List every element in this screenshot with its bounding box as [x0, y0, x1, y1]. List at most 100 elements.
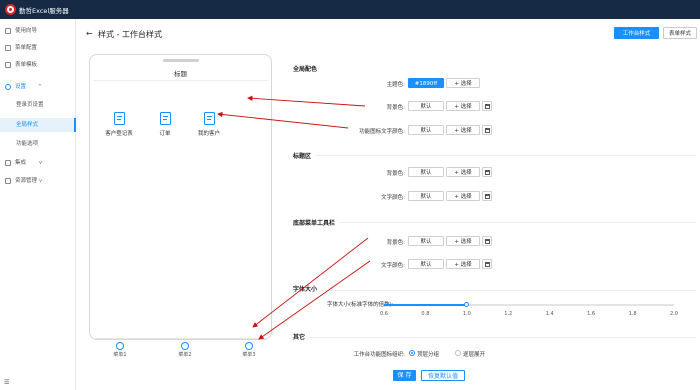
guide-icon	[5, 28, 11, 34]
footer-tab-menu2[interactable]: 菜单2	[170, 342, 200, 358]
radio-expand-layers[interactable]	[455, 350, 461, 356]
sidebar-item-label: 全局样式	[16, 122, 39, 128]
choose-label: 选择	[460, 170, 472, 176]
settings-panel: 全局配色 主题色: #1890ff + 选择 背景色: 默认 + 选择 功能图标…	[287, 19, 700, 390]
trash-icon	[485, 239, 490, 244]
clear-bottom-bg-color-button[interactable]	[482, 236, 492, 246]
main-panel: ← 样式 - 工作台样式 工作台样式 表单样式 标题 客户登记表 订单 我的客户…	[76, 19, 700, 390]
choose-title-bg-color-button[interactable]: + 选择	[446, 167, 480, 177]
app-icon-my-customers[interactable]: 我的客户	[187, 112, 231, 137]
field-label: 功能图标文字颜色:	[359, 129, 405, 135]
footer-tab-label: 菜单2	[178, 352, 192, 358]
section-title-bottom-bar: 底部菜单工具栏	[293, 218, 340, 227]
choose-label: 选择	[460, 194, 472, 200]
trash-icon	[485, 104, 490, 109]
slider-tick-label: 1.2	[504, 311, 513, 317]
integration-icon	[5, 160, 11, 166]
collapse-icon[interactable]: ☰	[4, 379, 9, 386]
phone-title: 标题	[93, 67, 268, 81]
slider-tick-label: 2.0	[670, 311, 678, 317]
sidebar: 使用向导 菜单配置 表单模板 设置 ^ 登录页设置 全局样式 功能选项 集成 v…	[0, 19, 76, 390]
back-arrow-icon[interactable]: ←	[86, 29, 93, 38]
trash-icon	[485, 128, 490, 133]
choose-label: 选择	[460, 262, 472, 268]
footer-tab-label: 菜单3	[242, 352, 256, 358]
sidebar-item-login-page[interactable]: 登录页设置	[0, 98, 76, 112]
radio-top-level-group[interactable]	[409, 350, 415, 356]
sidebar-item-global-style[interactable]: 全局样式	[0, 118, 76, 132]
choose-title-text-color-button[interactable]: + 选择	[446, 191, 480, 201]
sidebar-item-settings[interactable]: 设置 ^	[0, 80, 76, 94]
slider-tick-label: 1.0	[462, 311, 471, 317]
app-title: 勤哲Excel服务器	[19, 7, 69, 15]
bottom-text-color-value[interactable]: 默认	[408, 259, 444, 269]
radio-label: 顶层分组	[417, 352, 440, 358]
sidebar-item-integration[interactable]: 集成 v	[0, 156, 76, 170]
sidebar-item-feature-options[interactable]: 功能选项	[0, 137, 76, 151]
slider-handle[interactable]	[464, 302, 470, 307]
clear-bottom-text-color-button[interactable]	[482, 259, 492, 269]
gear-icon	[5, 84, 11, 90]
app-icon-orders[interactable]: 订单	[143, 112, 187, 137]
menu-icon	[5, 45, 11, 51]
restore-default-button[interactable]: 恢复默认值	[421, 370, 465, 381]
field-label: 文字颜色:	[381, 195, 405, 201]
icon-text-color-value[interactable]: 默认	[408, 125, 444, 135]
app-label: 客户登记表	[105, 131, 133, 137]
clear-bg-color-button[interactable]	[482, 101, 492, 111]
chevron-up-icon: ^	[37, 84, 42, 90]
form-icon	[203, 112, 215, 125]
sidebar-item-menu-config[interactable]: 菜单配置	[0, 41, 76, 55]
slider-tick-label: 1.8	[628, 311, 637, 317]
theme-color-value[interactable]: #1890ff	[408, 78, 444, 88]
app-icon-customer-registration[interactable]: 客户登记表	[97, 112, 141, 137]
section-title-title-area: 标题区	[293, 151, 316, 160]
choose-icon-text-color-button[interactable]: + 选择	[446, 125, 480, 135]
app-label: 订单	[159, 131, 171, 137]
footer-tab-menu3[interactable]: 菜单3	[234, 342, 264, 358]
sidebar-item-label: 设置	[15, 84, 27, 90]
smile-icon	[245, 342, 253, 350]
field-label: 背景色:	[386, 171, 405, 177]
sidebar-item-label: 功能选项	[16, 141, 39, 147]
table-icon	[5, 62, 11, 68]
field-label: 主题色:	[386, 82, 405, 88]
font-size-slider[interactable]	[384, 304, 674, 306]
slider-fill	[384, 304, 467, 306]
footer-tab-menu1[interactable]: 菜单1	[105, 342, 135, 358]
save-button[interactable]: 保 存	[393, 370, 416, 381]
sidebar-item-label: 使用向导	[15, 28, 38, 34]
bg-color-value[interactable]: 默认	[408, 101, 444, 111]
field-label: 背景色:	[386, 240, 405, 246]
phone-footer-bar: 菜单1 菜单2 菜单3	[93, 338, 268, 358]
divider	[293, 337, 696, 338]
sidebar-item-guide[interactable]: 使用向导	[0, 24, 76, 38]
choose-bg-color-button[interactable]: + 选择	[446, 101, 480, 111]
clear-title-bg-color-button[interactable]	[482, 167, 492, 177]
clear-title-text-color-button[interactable]	[482, 191, 492, 201]
trash-icon	[485, 170, 490, 175]
bottom-bg-color-value[interactable]: 默认	[408, 236, 444, 246]
form-icon	[159, 112, 171, 125]
title-bg-color-value[interactable]: 默认	[408, 167, 444, 177]
sidebar-item-label: 集成	[15, 160, 27, 166]
divider	[293, 222, 696, 223]
section-title-font-size: 字体大小	[293, 284, 322, 293]
smile-icon	[116, 342, 124, 350]
resource-icon	[5, 178, 11, 184]
choose-bottom-bg-color-button[interactable]: + 选择	[446, 236, 480, 246]
form-icon	[113, 112, 125, 125]
sidebar-item-resources[interactable]: 资源管理 v	[0, 174, 76, 188]
title-text-color-value[interactable]: 默认	[408, 191, 444, 201]
radio-label: 逐层展开	[463, 352, 486, 358]
field-label: 文字颜色:	[381, 263, 405, 269]
clear-icon-text-color-button[interactable]	[482, 125, 492, 135]
slider-tick-label: 0.6	[380, 311, 388, 317]
choose-label: 选择	[460, 239, 472, 245]
app-label: 我的客户	[197, 131, 220, 137]
choose-bottom-text-color-button[interactable]: + 选择	[446, 259, 480, 269]
sidebar-item-form-templates[interactable]: 表单模板	[0, 58, 76, 72]
sidebar-item-label: 菜单配置	[15, 45, 38, 51]
sidebar-item-label: 资源管理	[15, 178, 38, 184]
choose-theme-color-button[interactable]: + 选择	[446, 78, 480, 88]
